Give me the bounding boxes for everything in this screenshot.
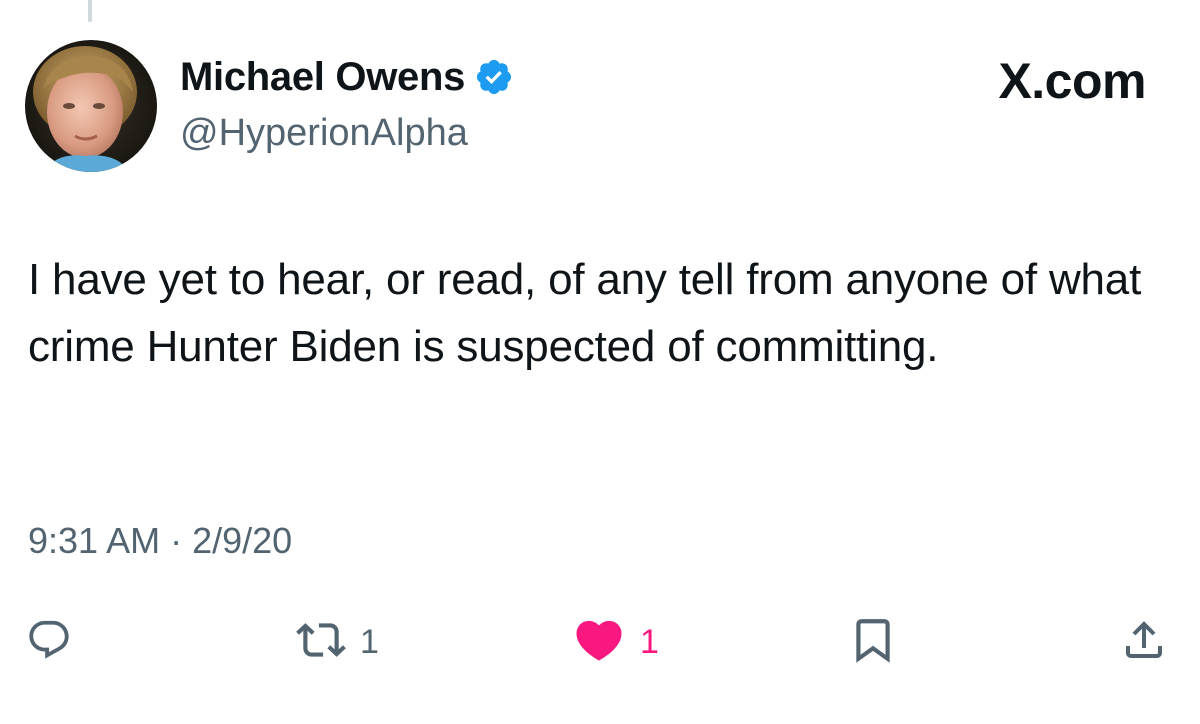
bookmark-button[interactable] xyxy=(848,612,898,672)
avatar[interactable] xyxy=(25,40,157,172)
heart-icon xyxy=(572,613,626,672)
share-button[interactable] xyxy=(1120,612,1168,672)
reply-icon xyxy=(26,617,72,668)
like-button[interactable]: 1 xyxy=(572,612,659,672)
author-handle[interactable]: @HyperionAlpha xyxy=(180,112,468,155)
tweet-text: I have yet to hear, or read, of any tell… xyxy=(28,255,1142,371)
tweet-timestamp[interactable]: 9:31 AM · 2/9/20 xyxy=(28,520,292,562)
share-icon xyxy=(1120,616,1168,669)
verified-badge-icon xyxy=(474,57,514,97)
brand-label: X.com xyxy=(998,53,1146,109)
author-display-name[interactable]: Michael Owens xyxy=(180,55,465,100)
bookmark-icon xyxy=(848,615,898,670)
thread-connector-line xyxy=(88,0,92,22)
retweet-button[interactable]: 1 xyxy=(296,612,379,672)
retweet-icon xyxy=(296,615,346,670)
reply-button[interactable] xyxy=(26,612,72,672)
tweet-actions-bar: 1 1 xyxy=(0,612,1200,672)
like-count: 1 xyxy=(640,622,659,661)
author-name-row[interactable]: Michael Owens xyxy=(180,52,514,102)
avatar-image xyxy=(25,40,157,172)
retweet-count: 1 xyxy=(360,622,379,661)
